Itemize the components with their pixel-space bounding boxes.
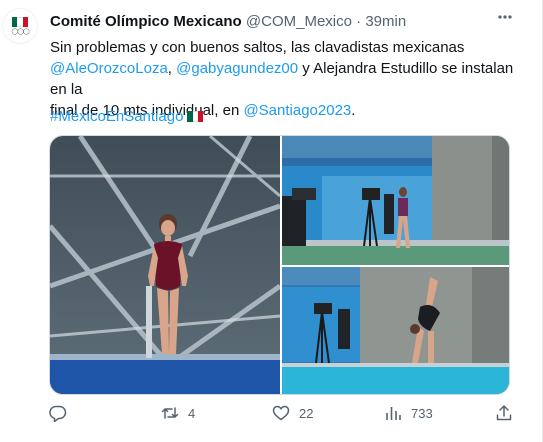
like-icon — [272, 404, 290, 422]
retweet-button[interactable]: 4 — [161, 404, 195, 422]
reply-icon — [49, 404, 67, 422]
account-name[interactable]: Comité Olímpico Mexicano — [50, 13, 242, 30]
tweet-text-line1: Sin problemas y con buenos saltos, las c… — [50, 39, 465, 56]
hashtag-link[interactable]: #MéxicoEnSantiago — [50, 108, 183, 125]
retweet-count: 4 — [188, 405, 196, 421]
tweet-text-comma: , — [167, 60, 177, 77]
mention-link-aleorozco[interactable]: @AleOrozcoLoza — [50, 60, 168, 77]
avatar[interactable]: ◯◯◯ — [2, 8, 38, 44]
media-grid — [49, 135, 510, 395]
tweet-text-period: . — [351, 102, 356, 119]
like-button[interactable]: 22 — [272, 404, 313, 422]
photo-diver-platform[interactable] — [50, 136, 282, 394]
views-icon — [384, 404, 402, 422]
photo-diver-camera[interactable] — [282, 136, 509, 265]
like-count: 22 — [299, 405, 314, 421]
mexico-flag-icon — [12, 16, 28, 27]
tweet-card[interactable]: ◯◯◯ Comité Olímpico Mexicano @COM_Mexico… — [0, 0, 543, 442]
account-handle[interactable]: @COM_Mexico — [246, 13, 352, 30]
mexico-flag-emoji-icon — [187, 111, 204, 122]
hashtag-line: #MéxicoEnSantiago — [50, 106, 204, 127]
retweet-icon — [161, 404, 179, 422]
separator-dot: · — [356, 13, 362, 30]
olympic-rings-icon: ◯◯◯ — [11, 28, 29, 35]
mention-link-gabyagundez[interactable]: @gabyagundez00 — [176, 60, 298, 77]
mention-link-santiago2023[interactable]: @Santiago2023 — [243, 102, 351, 119]
tweet-actions: 4 22 733 — [49, 404, 519, 426]
share-icon — [495, 404, 513, 422]
timestamp[interactable]: 39min — [365, 13, 406, 30]
photo-diver-stretch[interactable] — [282, 267, 509, 394]
tweet-header: Comité Olímpico Mexicano @COM_Mexico · 3… — [50, 13, 406, 30]
more-icon[interactable] — [496, 8, 514, 31]
reply-button[interactable] — [49, 404, 76, 422]
views-button[interactable]: 733 — [384, 404, 433, 422]
share-button[interactable] — [495, 404, 513, 422]
views-count: 733 — [411, 405, 433, 421]
